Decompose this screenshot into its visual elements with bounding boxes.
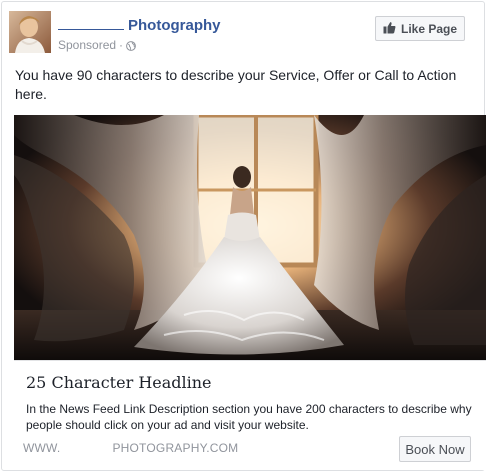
- link-headline[interactable]: 25 Character Headline: [26, 373, 212, 392]
- link-domain: WWW. PHOTOGRAPHY.COM: [23, 441, 238, 455]
- domain-prefix: WWW.: [23, 441, 61, 455]
- like-page-button[interactable]: Like Page: [375, 16, 465, 41]
- page-avatar[interactable]: [9, 11, 51, 53]
- sponsored-post: Photography Sponsored · Like Page You ha…: [1, 1, 486, 471]
- page-name-link[interactable]: Photography: [58, 16, 221, 34]
- book-now-button[interactable]: Book Now: [399, 436, 471, 462]
- sponsored-label: Sponsored: [58, 38, 117, 52]
- page-name-text: Photography: [128, 17, 221, 34]
- globe-icon: [126, 40, 136, 51]
- post-text: You have 90 characters to describe your …: [15, 67, 457, 102]
- like-page-label: Like Page: [400, 21, 458, 36]
- domain-suffix: PHOTOGRAPHY.COM: [112, 441, 239, 455]
- link-preview[interactable]: 25 Character Headline In the News Feed L…: [14, 360, 486, 470]
- separator-dot: ·: [119, 38, 124, 52]
- link-description: In the News Feed Link Description sectio…: [26, 402, 472, 432]
- page-name-placeholder-line: [58, 16, 124, 30]
- thumbs-up-icon: [383, 21, 396, 37]
- sponsored-row: Sponsored ·: [58, 38, 136, 52]
- ad-image-bride[interactable]: [14, 115, 486, 360]
